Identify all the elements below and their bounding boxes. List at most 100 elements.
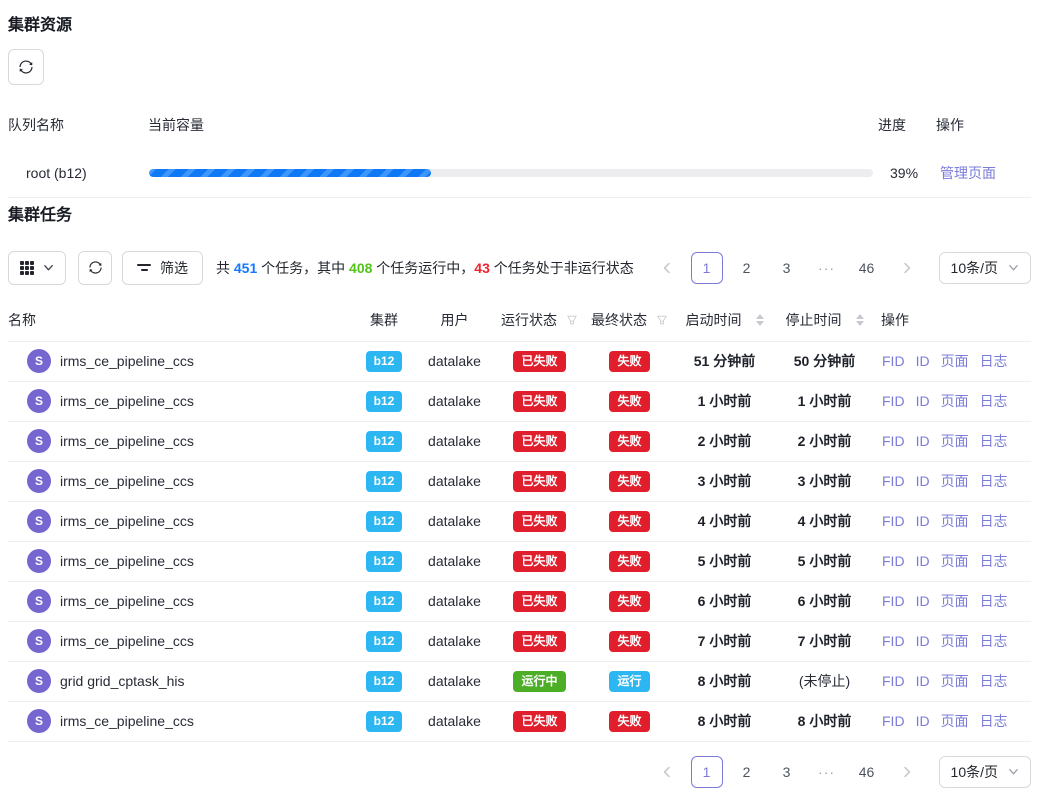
start-time: 7 小时前 (698, 633, 752, 649)
action-link-页面[interactable]: 页面 (941, 351, 969, 371)
column-header-user: 用户 (416, 301, 493, 342)
filter-button[interactable]: 筛选 (122, 251, 203, 285)
pagination-page-last[interactable]: 46 (851, 252, 883, 284)
action-link-fid[interactable]: FID (882, 393, 905, 409)
user-name: datalake (428, 553, 481, 569)
action-link-日志[interactable]: 日志 (980, 591, 1008, 611)
action-link-页面[interactable]: 页面 (941, 431, 969, 451)
pagination-page-2[interactable]: 2 (731, 252, 763, 284)
resources-row: root (b12) 39% 管理页面 (8, 149, 1031, 197)
cluster-badge: b12 (366, 551, 403, 572)
cluster-resources-title: 集群资源 (8, 16, 1031, 35)
action-link-页面[interactable]: 页面 (941, 511, 969, 531)
pagination-page-2[interactable]: 2 (731, 756, 763, 788)
avatar: S (27, 349, 51, 373)
pagination-page-3[interactable]: 3 (771, 252, 803, 284)
table-row: S irms_ce_pipeline_ccs b12 datalake 已失败 … (8, 421, 1031, 461)
action-link-fid[interactable]: FID (882, 593, 905, 609)
manage-page-link[interactable]: 管理页面 (940, 165, 996, 181)
column-header-label: 启动时间 (686, 310, 742, 330)
pagination-page-last[interactable]: 46 (851, 756, 883, 788)
action-link-fid[interactable]: FID (882, 513, 905, 529)
action-link-fid[interactable]: FID (882, 473, 905, 489)
pagination-page-3[interactable]: 3 (771, 756, 803, 788)
action-link-id[interactable]: ID (916, 553, 930, 569)
action-link-fid[interactable]: FID (882, 553, 905, 569)
page-size-select[interactable]: 10条/页 (939, 252, 1031, 284)
chevron-right-icon[interactable] (891, 756, 923, 788)
action-link-id[interactable]: ID (916, 673, 930, 689)
pagination-top: 1 2 3 ··· 46 10条/页 (651, 252, 1031, 284)
action-link-日志[interactable]: 日志 (980, 391, 1008, 411)
stop-time: 8 小时前 (798, 713, 852, 729)
column-header-final-status: 最终状态 (586, 301, 673, 342)
table-row: S irms_ce_pipeline_ccs b12 datalake 已失败 … (8, 581, 1031, 621)
sort-carets-icon[interactable] (856, 314, 864, 326)
action-link-fid[interactable]: FID (882, 353, 905, 369)
action-link-日志[interactable]: 日志 (980, 351, 1008, 371)
refresh-icon (18, 59, 34, 75)
action-link-id[interactable]: ID (916, 513, 930, 529)
cluster-badge: b12 (366, 471, 403, 492)
tasks-summary: 共 451 个任务，其中 408 个任务运行中，43 个任务处于非运行状态 (216, 258, 634, 278)
final-status-badge: 失败 (609, 431, 649, 452)
action-link-id[interactable]: ID (916, 393, 930, 409)
tasks-refresh-button[interactable] (78, 251, 112, 285)
action-link-页面[interactable]: 页面 (941, 631, 969, 651)
action-link-id[interactable]: ID (916, 353, 930, 369)
action-link-fid[interactable]: FID (882, 633, 905, 649)
action-link-日志[interactable]: 日志 (980, 511, 1008, 531)
action-link-fid[interactable]: FID (882, 713, 905, 729)
sort-carets-icon[interactable] (756, 314, 764, 326)
action-link-页面[interactable]: 页面 (941, 711, 969, 731)
action-link-id[interactable]: ID (916, 473, 930, 489)
pagination-page-1[interactable]: 1 (691, 252, 723, 284)
action-link-日志[interactable]: 日志 (980, 431, 1008, 451)
task-name: irms_ce_pipeline_ccs (60, 593, 194, 609)
action-link-页面[interactable]: 页面 (941, 391, 969, 411)
funnel-icon[interactable] (656, 314, 668, 326)
page-size-select[interactable]: 10条/页 (939, 756, 1031, 788)
chevron-right-icon[interactable] (891, 252, 923, 284)
filter-lines-icon (137, 264, 151, 271)
action-link-页面[interactable]: 页面 (941, 591, 969, 611)
cluster-badge: b12 (366, 391, 403, 412)
stop-time: 50 分钟前 (794, 353, 855, 369)
action-link-id[interactable]: ID (916, 593, 930, 609)
pagination-ellipsis[interactable]: ··· (811, 252, 843, 284)
page-size-value: 10条/页 (951, 258, 998, 278)
start-time: 6 小时前 (698, 593, 752, 609)
action-link-日志[interactable]: 日志 (980, 671, 1008, 691)
row-actions: FID ID 页面日志 (874, 431, 1030, 451)
action-link-页面[interactable]: 页面 (941, 471, 969, 491)
resources-refresh-button[interactable] (8, 49, 44, 85)
summary-text: 个任务，其中 (257, 260, 349, 276)
task-name: irms_ce_pipeline_ccs (60, 353, 194, 369)
action-link-页面[interactable]: 页面 (941, 671, 969, 691)
action-link-id[interactable]: ID (916, 713, 930, 729)
action-link-页面[interactable]: 页面 (941, 551, 969, 571)
queue-name: root (b12) (8, 149, 148, 197)
action-link-fid[interactable]: FID (882, 673, 905, 689)
pagination-page-1[interactable]: 1 (691, 756, 723, 788)
action-link-日志[interactable]: 日志 (980, 551, 1008, 571)
funnel-icon[interactable] (566, 314, 578, 326)
pagination-ellipsis[interactable]: ··· (811, 756, 843, 788)
chevron-down-icon (43, 262, 54, 273)
action-link-日志[interactable]: 日志 (980, 711, 1008, 731)
cluster-badge: b12 (366, 711, 403, 732)
action-link-日志[interactable]: 日志 (980, 471, 1008, 491)
action-link-fid[interactable]: FID (882, 433, 905, 449)
action-link-id[interactable]: ID (916, 633, 930, 649)
tasks-toolbar: 筛选 共 451 个任务，其中 408 个任务运行中，43 个任务处于非运行状态… (8, 251, 1031, 285)
avatar: S (27, 389, 51, 413)
summary-running-count: 408 (349, 260, 372, 276)
action-link-id[interactable]: ID (916, 433, 930, 449)
task-name: irms_ce_pipeline_ccs (60, 553, 194, 569)
chevron-left-icon[interactable] (651, 756, 683, 788)
chevron-left-icon[interactable] (651, 252, 683, 284)
avatar: S (27, 669, 51, 693)
action-link-日志[interactable]: 日志 (980, 631, 1008, 651)
view-mode-button[interactable] (8, 251, 66, 285)
column-header-run-status: 运行状态 (493, 301, 586, 342)
